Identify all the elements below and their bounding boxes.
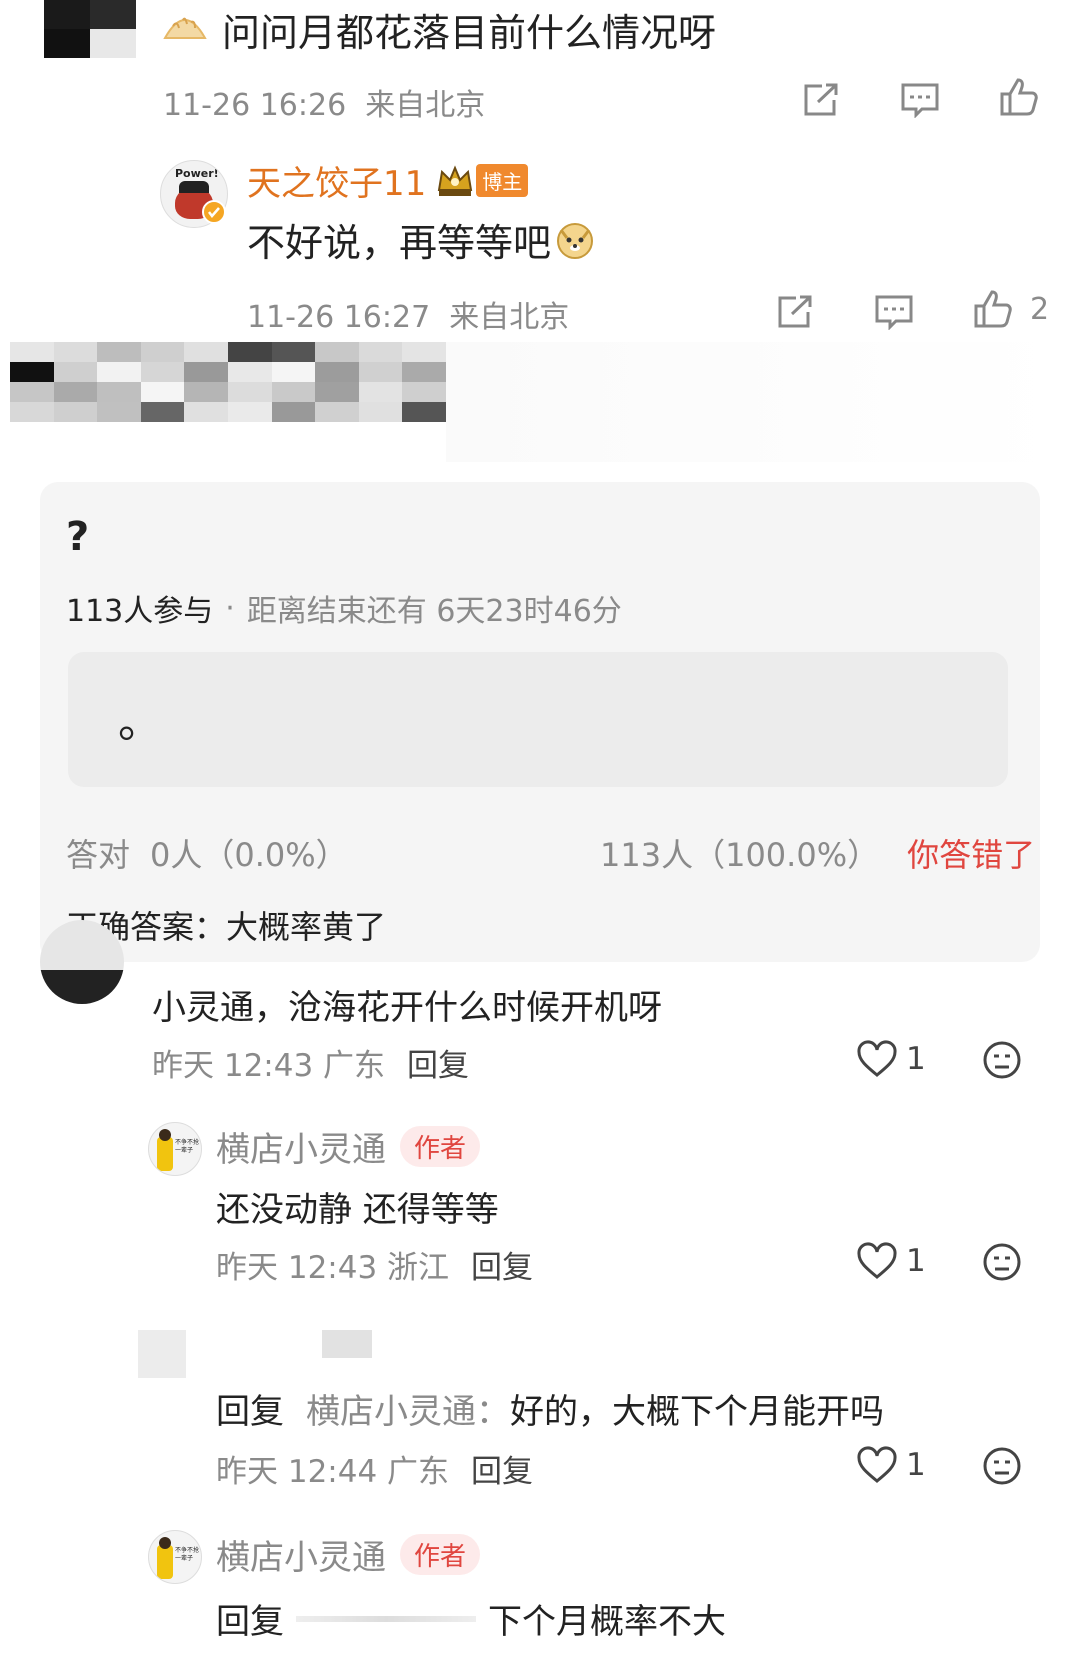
blurred-header <box>446 342 1066 462</box>
poll-question: ? <box>66 514 90 560</box>
poll-option[interactable]: 。 <box>68 652 1008 787</box>
comment-text: 好的，大概下个月能开吗 <box>510 1392 884 1432</box>
like-count: 1 <box>906 1243 926 1279</box>
heart-icon[interactable] <box>856 1242 898 1280</box>
author-row: 横店小灵通 作者 <box>216 1530 481 1579</box>
comment-meta: 昨天 12:44 广东 <box>216 1454 450 1490</box>
username[interactable]: 横店小灵通 <box>216 1530 386 1579</box>
redacted-target <box>296 1615 476 1622</box>
reply-button[interactable]: 回复 <box>471 1242 533 1287</box>
emoji-reaction-icon[interactable] <box>982 1242 1022 1282</box>
comment-meta: 昨天 12:43 广东 <box>152 1048 386 1084</box>
avatar-caption: Power! <box>175 167 219 180</box>
poll-info: 113人参与 · 距离结束还有 6天23时46分 <box>66 586 622 630</box>
author-badge: 作者 <box>400 1534 481 1575</box>
reply-meta: 11-26 16:27 来自北京 <box>247 300 570 335</box>
comment-text: 小灵通，沧海花开什么时候开机呀 <box>152 988 662 1028</box>
like-count: 2 <box>1030 291 1050 327</box>
like-count: 1 <box>906 1041 926 1077</box>
reply-prefix: 回复 <box>216 1602 284 1642</box>
reply-text-row: 不好说，再等等吧 <box>247 212 595 267</box>
poll-sep: · <box>225 590 235 626</box>
reply-target[interactable]: 横店小灵通： <box>306 1384 510 1433</box>
username[interactable]: 横店小灵通 <box>216 1122 386 1171</box>
commenter-avatar[interactable] <box>40 920 124 1004</box>
comment-meta-row: 昨天 12:43 浙江 回复 <box>216 1242 533 1287</box>
poll-option-text: 。 <box>118 697 162 748</box>
author-avatar[interactable]: 不争不抢 一辈子 <box>148 1530 202 1584</box>
reply-button[interactable]: 回复 <box>471 1446 533 1491</box>
author-badge: 作者 <box>400 1126 481 1167</box>
reply-user-row: 天之饺子11 博主 <box>247 156 529 205</box>
doge-emoji-icon <box>555 220 595 260</box>
share-icon[interactable] <box>802 82 840 118</box>
correct-label: 答对 <box>66 836 131 874</box>
author-avatar[interactable]: 不争不抢 一辈子 <box>148 1122 202 1176</box>
reply-button[interactable]: 回复 <box>407 1040 469 1085</box>
dumpling-emoji-icon <box>163 8 207 44</box>
heart-icon[interactable] <box>856 1040 898 1078</box>
heart-icon[interactable] <box>856 1446 898 1484</box>
poll-wrong-row: 113人（100.0%） 你答错了 <box>600 830 1035 876</box>
crown-icon <box>436 164 474 198</box>
reply-text: 不好说，再等等吧 <box>247 221 552 265</box>
like-group[interactable]: 2 <box>972 288 1049 330</box>
poll-result: 你答错了 <box>907 836 1036 874</box>
comment-icon[interactable] <box>900 82 940 118</box>
comment-text: 还没动静 还得等等 <box>216 1190 499 1230</box>
like-group[interactable]: 1 <box>856 1242 926 1280</box>
avatar-caption: 不争不抢 一辈子 <box>175 1547 200 1562</box>
redacted-avatar <box>138 1330 186 1378</box>
correct-stats: 0人（0.0%） <box>150 836 348 874</box>
redacted-avatar <box>44 0 136 58</box>
like-icon[interactable] <box>998 76 1040 118</box>
comment-meta-row: 昨天 12:43 广东 回复 <box>152 1040 469 1085</box>
reply-prefix: 回复 <box>216 1392 284 1432</box>
username[interactable]: 天之饺子11 <box>247 156 426 205</box>
author-row: 横店小灵通 作者 <box>216 1122 481 1171</box>
reply-line: 回复 横店小灵通： 好的，大概下个月能开吗 <box>216 1384 884 1433</box>
like-group[interactable]: 1 <box>856 1040 926 1078</box>
verified-icon <box>202 200 226 224</box>
poll-remaining: 距离结束还有 6天23时46分 <box>246 594 622 629</box>
blogger-badge: 博主 <box>476 164 529 197</box>
like-count: 1 <box>906 1447 926 1483</box>
emoji-reaction-icon[interactable] <box>982 1040 1022 1080</box>
share-icon[interactable] <box>776 294 814 330</box>
like-icon[interactable] <box>972 288 1014 330</box>
comment-meta: 11-26 16:26 来自北京 <box>163 88 486 123</box>
emoji-reaction-icon[interactable] <box>982 1446 1022 1486</box>
reply-line: 回复 下个月概率不大 <box>216 1594 726 1643</box>
redacted-username <box>322 1330 372 1358</box>
comment-meta-row: 昨天 12:44 广东 回复 <box>216 1446 533 1491</box>
poll-card: ? 113人参与 · 距离结束还有 6天23时46分 。 答对 0人（0.0%）… <box>40 482 1040 962</box>
poll-participants: 113人参与 <box>66 594 214 629</box>
avatar-cap <box>179 181 209 193</box>
poll-correct-row: 答对 0人（0.0%） <box>66 830 348 876</box>
comment-icon[interactable] <box>874 294 914 330</box>
like-group[interactable]: 1 <box>856 1446 926 1484</box>
comment-text: 问问月都花落目前什么情况呀 <box>222 11 717 55</box>
avatar-caption: 不争不抢 一辈子 <box>175 1139 200 1154</box>
redacted-mosaic <box>10 342 446 422</box>
comment-meta: 昨天 12:43 浙江 <box>216 1250 450 1286</box>
wrong-stats: 113人（100.0%） <box>600 836 880 874</box>
comment-text: 下个月概率不大 <box>488 1602 726 1642</box>
